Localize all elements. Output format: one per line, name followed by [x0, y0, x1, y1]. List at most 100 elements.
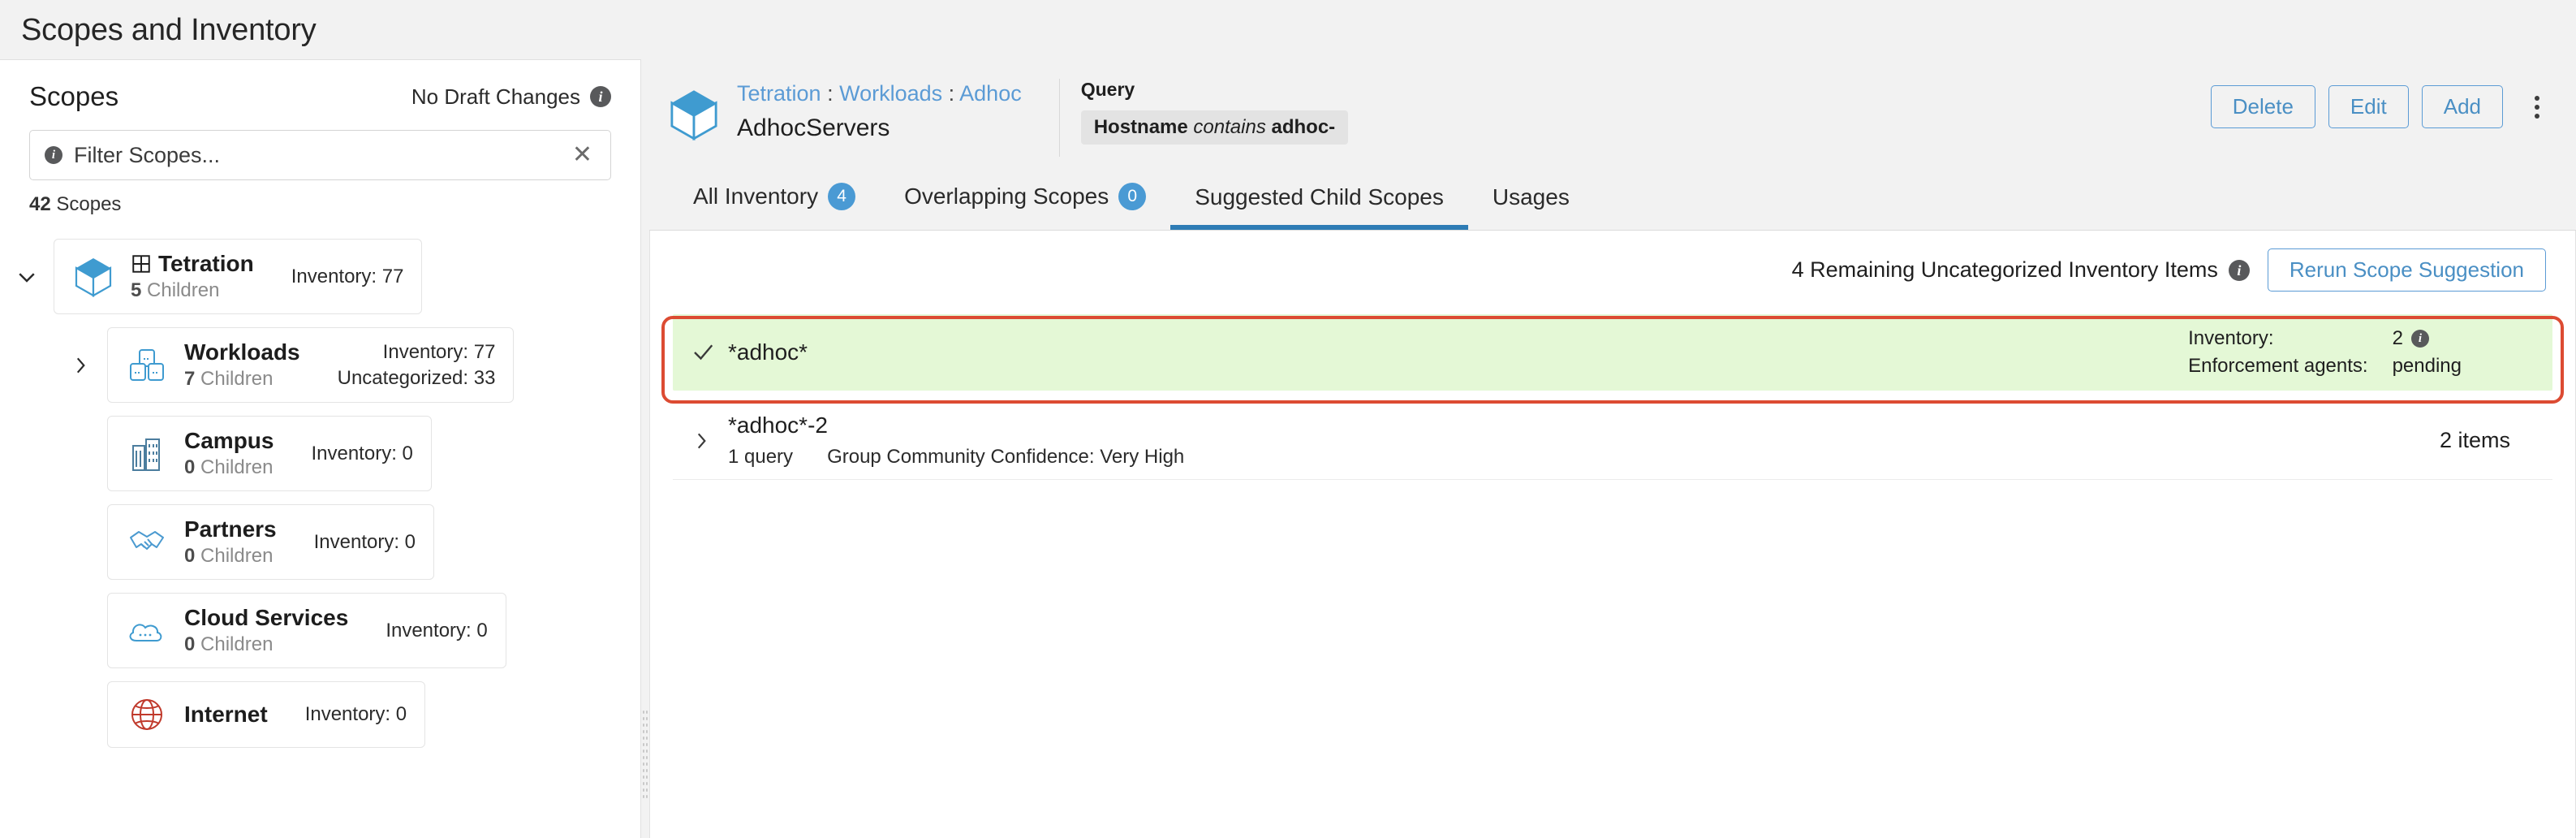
scope-name: Workloads	[184, 339, 300, 365]
suggestion-name: *adhoc*	[728, 339, 808, 365]
tab-overlapping-scopes[interactable]: Overlapping Scopes 0	[880, 175, 1170, 230]
edit-button[interactable]: Edit	[2328, 85, 2409, 128]
scope-tree-row: Tetration 5 Children Inventory: 77	[0, 239, 640, 314]
clear-filter-icon[interactable]: ✕	[569, 143, 596, 167]
scope-stat: Uncategorized: 33	[337, 366, 496, 389]
panel-splitter[interactable]	[641, 59, 649, 838]
suggestion-list: *adhoc* Inventory: 2 i Enforcement agent…	[650, 314, 2575, 480]
workloads-icon	[126, 346, 168, 385]
scope-stats: Inventory: 77	[291, 266, 404, 288]
scope-stat: Inventory: 0	[311, 442, 413, 464]
children-count: 0	[184, 456, 196, 478]
breadcrumb-separator: :	[942, 81, 960, 106]
scope-text: Workloads 7 Children	[184, 339, 300, 391]
sidebar-header: Scopes No Draft Changes i	[0, 60, 640, 120]
scope-name: Internet	[184, 702, 268, 728]
scope-tree-row: Workloads 7 Children Inventory: 77 Uncat…	[54, 327, 640, 403]
suggestion-row-adhoc-2[interactable]: *adhoc*-2 1 query Group Community Confid…	[673, 402, 2552, 480]
suggested-child-scopes-panel: 4 Remaining Uncategorized Inventory Item…	[649, 231, 2576, 838]
item-count: 2 items	[2439, 428, 2510, 452]
breadcrumb-separator: :	[821, 81, 840, 106]
scope-name: Partners	[184, 516, 277, 542]
children-label: Children	[200, 368, 274, 390]
scope-stats: Inventory: 77 Uncategorized: 33	[338, 341, 496, 390]
scope-stat: Inventory: 77	[291, 265, 404, 287]
rerun-scope-suggestion-button[interactable]: Rerun Scope Suggestion	[2267, 248, 2546, 292]
grid-icon	[132, 255, 150, 273]
scope-stats: Inventory: 0	[305, 703, 407, 726]
community-confidence: Group Community Confidence: Very High	[827, 446, 1185, 468]
sidebar-item-internet[interactable]: Internet Inventory: 0	[107, 681, 426, 748]
chevron-right-icon[interactable]	[691, 429, 728, 453]
tab-label: Usages	[1492, 184, 1570, 210]
filter-scopes-input[interactable]: i Filter Scopes... ✕	[29, 130, 611, 180]
query-count: 1 query	[728, 446, 794, 468]
scope-name-label: Partners	[184, 516, 277, 542]
scope-count: 42 Scopes	[0, 180, 640, 216]
scope-name-label: Cloud Services	[184, 605, 349, 630]
scope-name: Tetration	[131, 251, 254, 277]
main-panel: Tetration : Workloads : Adhoc AdhocServe…	[649, 59, 2576, 838]
sidebar-item-partners[interactable]: Partners 0 Children Inventory: 0	[107, 504, 435, 580]
filter-placeholder: Filter Scopes...	[74, 142, 221, 167]
scope-tree: Tetration 5 Children Inventory: 77 Workl…	[0, 216, 640, 748]
tab-badge: 0	[1118, 183, 1147, 210]
scope-name-label: Internet	[184, 702, 268, 727]
children-label: Children	[147, 279, 220, 301]
tab-label: Overlapping Scopes	[904, 184, 1109, 209]
enforcement-agents-value: pending	[2392, 355, 2462, 377]
suggestion-name: *adhoc*-2	[728, 413, 828, 438]
suggestion-main: *adhoc*-2 1 query Group Community Confid…	[728, 413, 2440, 469]
sidebar-item-workloads[interactable]: Workloads 7 Children Inventory: 77 Uncat…	[107, 327, 515, 403]
building-icon	[126, 434, 168, 473]
kebab-menu-icon[interactable]	[2521, 95, 2553, 119]
scope-name: Cloud Services	[184, 605, 348, 631]
cube-icon	[72, 256, 114, 298]
scope-tree-row: Cloud Services 0 Children Inventory: 0	[54, 593, 640, 668]
scope-children: 0 Children	[184, 633, 348, 656]
uncategorized-items-text: 4 Remaining Uncategorized Inventory Item…	[1792, 257, 2250, 283]
scope-name-label: Campus	[184, 428, 274, 453]
children-count: 0	[184, 545, 196, 567]
delete-button[interactable]: Delete	[2210, 85, 2315, 128]
sidebar-item-cloud-services[interactable]: Cloud Services 0 Children Inventory: 0	[107, 593, 506, 668]
info-icon[interactable]: i	[590, 86, 611, 107]
scope-count-number: 42	[29, 193, 51, 215]
scope-stats: Inventory: 0	[311, 443, 412, 465]
scope-name: Campus	[184, 428, 274, 454]
tab-badge: 4	[828, 183, 856, 210]
info-icon[interactable]: i	[2410, 330, 2429, 348]
scope-stat: Inventory: 77	[382, 340, 496, 363]
tab-suggested-child-scopes[interactable]: Suggested Child Scopes	[1170, 176, 1468, 230]
header-actions: Delete Edit Add	[2210, 85, 2553, 128]
info-icon[interactable]: i	[45, 146, 62, 164]
tab-all-inventory[interactable]: All Inventory 4	[669, 175, 880, 230]
breadcrumb-item-tetration[interactable]: Tetration	[737, 81, 821, 106]
scope-stat: Inventory: 0	[386, 619, 488, 641]
sidebar-item-campus[interactable]: Campus 0 Children Inventory: 0	[107, 416, 432, 491]
suggestion-row-adhoc[interactable]: *adhoc* Inventory: 2 i Enforcement agent…	[673, 314, 2552, 391]
scope-text: Partners 0 Children	[184, 516, 277, 568]
scope-text: Internet	[184, 702, 268, 728]
add-button[interactable]: Add	[2421, 85, 2503, 128]
check-icon[interactable]	[691, 340, 728, 365]
splitter-grip-icon[interactable]	[642, 709, 648, 798]
scopes-sidebar: Scopes No Draft Changes i i Filter Scope…	[0, 59, 641, 838]
scope-children: 0 Children	[184, 545, 277, 568]
scope-name-label: Workloads	[184, 339, 300, 365]
main-layout: Scopes No Draft Changes i i Filter Scope…	[0, 59, 2576, 838]
scope-children: 0 Children	[184, 456, 274, 479]
uncategorized-bar: 4 Remaining Uncategorized Inventory Item…	[650, 231, 2575, 308]
enforcement-agents-label: Enforcement agents:	[2188, 355, 2368, 377]
tab-usages[interactable]: Usages	[1468, 176, 1594, 230]
expand-collapse-chevron-right-icon[interactable]	[54, 353, 107, 378]
breadcrumb-item-workloads[interactable]: Workloads	[839, 81, 942, 106]
scope-stats: Inventory: 0	[314, 531, 416, 554]
expand-collapse-chevron-down-icon[interactable]	[0, 265, 54, 289]
sidebar-item-tetration[interactable]: Tetration 5 Children Inventory: 77	[54, 239, 423, 314]
breadcrumb-item-adhoc[interactable]: Adhoc	[959, 81, 1022, 106]
tab-bar: All Inventory 4 Overlapping Scopes 0 Sug…	[649, 157, 2576, 231]
scope-name-label: Tetration	[158, 251, 254, 276]
info-icon[interactable]: i	[2228, 259, 2250, 281]
children-count: 5	[131, 279, 142, 301]
